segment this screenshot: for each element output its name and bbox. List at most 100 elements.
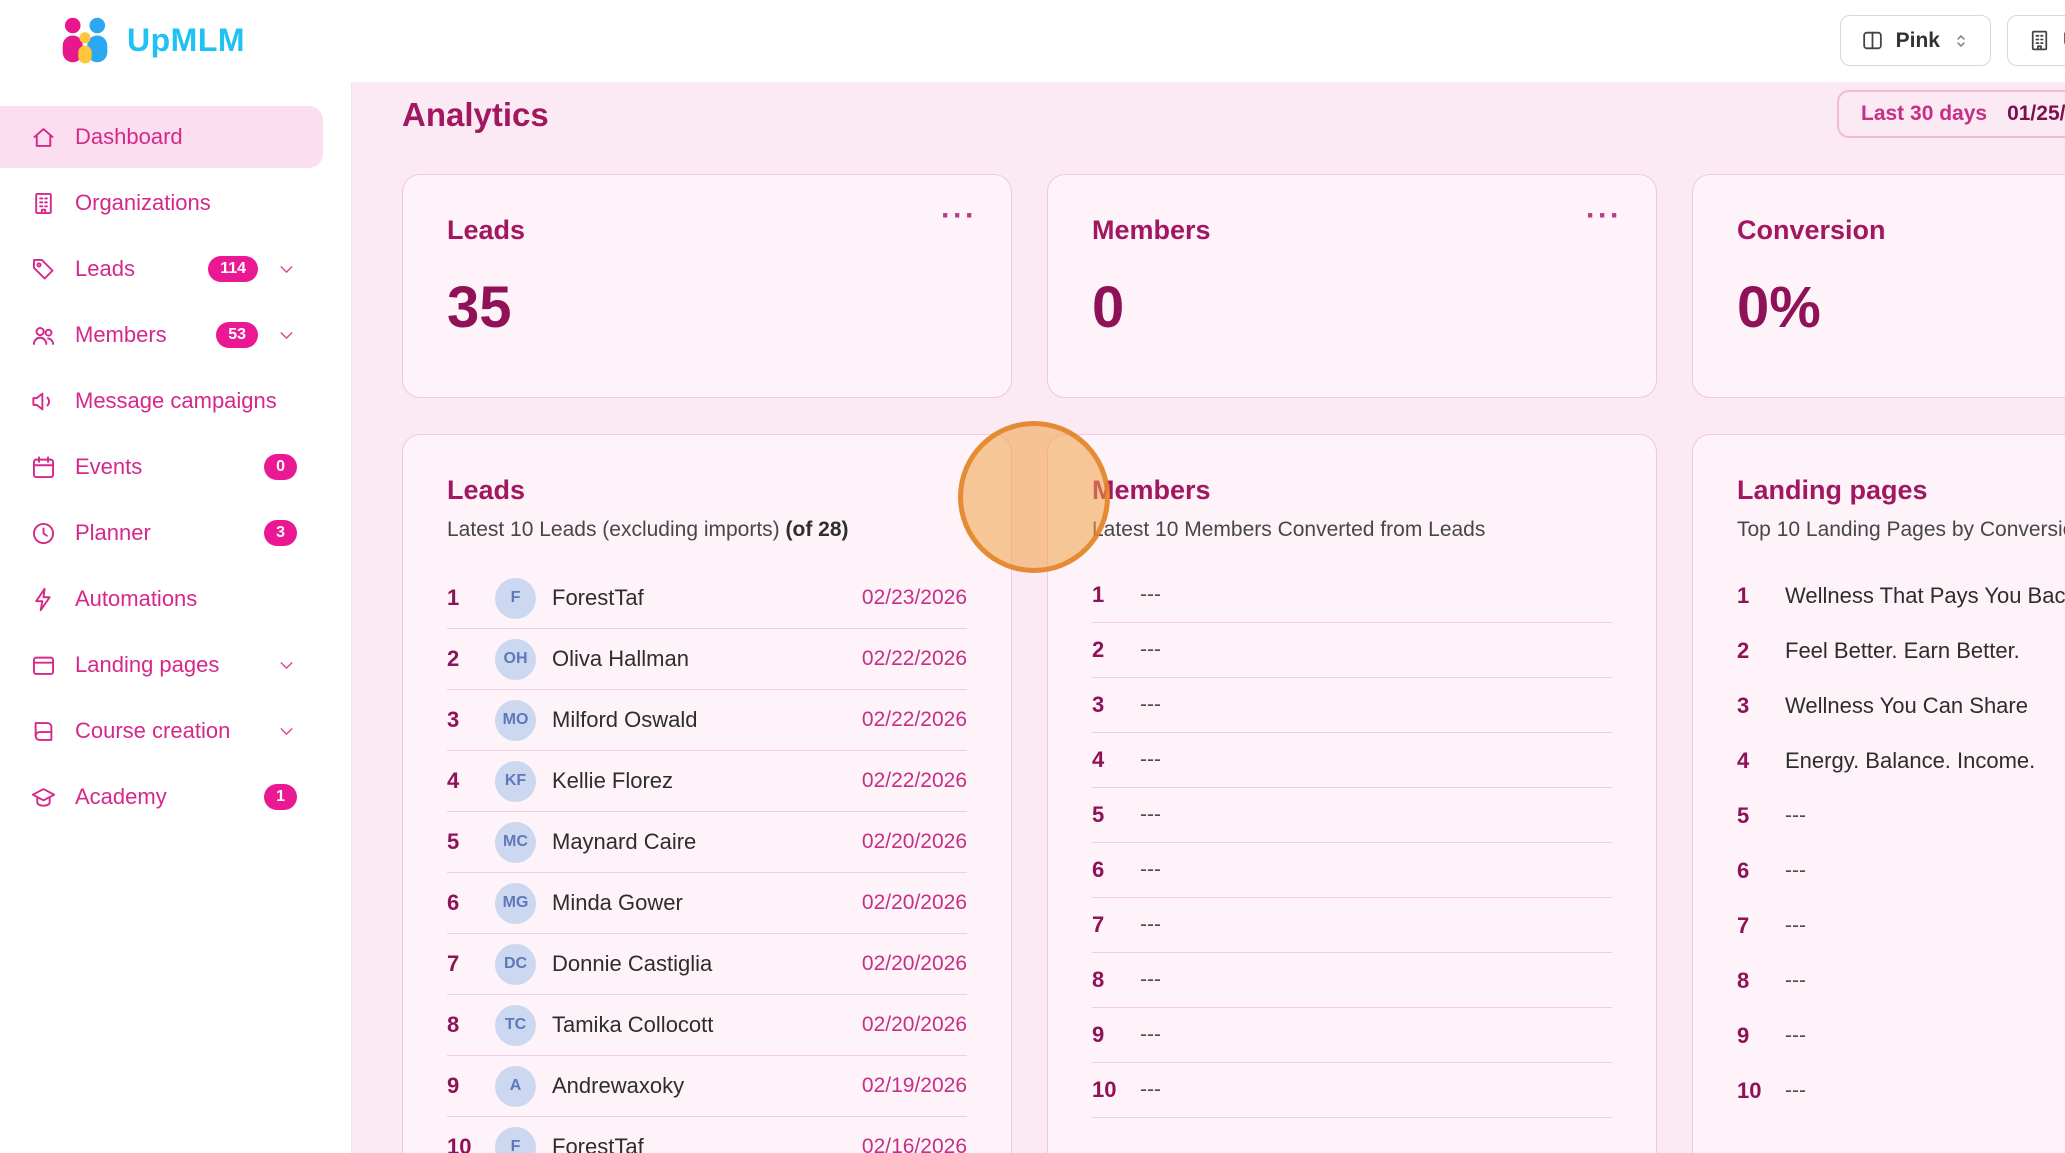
lead-date: 02/23/2026	[862, 586, 967, 610]
landing-page-row[interactable]: 1Wellness That Pays You Back	[1737, 568, 2065, 623]
sidebar-item-label: Planner	[75, 520, 246, 546]
landing-page-row[interactable]: 4 Energy. Balance. Income.	[1737, 733, 2065, 788]
lead-name: Oliva Hallman	[552, 646, 846, 672]
empty-value: ---	[1785, 969, 1806, 993]
lead-row[interactable]: 2OHOliva Hallman02/22/2026	[447, 629, 967, 690]
avatar: A	[495, 1066, 536, 1107]
landing-pages-panel: Landing pages Top 10 Landing Pages by Co…	[1692, 434, 2065, 1153]
date-range-filter[interactable]: Last 30 days 01/25/20	[1837, 90, 2065, 138]
panels-row: Leads Latest 10 Leads (excluding imports…	[402, 434, 2065, 1153]
lead-row[interactable]: 5MCMaynard Caire02/20/2026	[447, 812, 967, 873]
landing-page-row[interactable]: 2 Feel Better. Earn Better.	[1737, 623, 2065, 678]
lead-row[interactable]: 10FForestTaf02/16/2026	[447, 1117, 967, 1153]
sidebar-item-course-creation[interactable]: Course creation	[0, 700, 323, 762]
brand[interactable]: UpMLM	[56, 15, 245, 65]
row-number: 10	[1737, 1078, 1769, 1104]
top-header: UpMLM Pink U	[0, 0, 2065, 82]
members-panel-subtitle: Latest 10 Members Converted from Leads	[1092, 518, 1612, 542]
member-row: 2---	[1092, 623, 1612, 678]
row-number: 10	[1092, 1077, 1124, 1103]
row-number: 3	[1737, 693, 1769, 719]
theme-selector-button[interactable]: Pink	[1840, 15, 1991, 66]
landing-page-name: Wellness That Pays You Back	[1785, 583, 2065, 609]
row-number: 1	[447, 585, 479, 611]
members-rows: 1---2---3---4---5---6---7---8---9---10--…	[1092, 568, 1612, 1118]
landing-rows: 1Wellness That Pays You Back 2 Feel Better…	[1737, 568, 2065, 1118]
row-number: 9	[1092, 1022, 1124, 1048]
sidebar-item-members[interactable]: Members53	[0, 304, 323, 366]
member-row: 7---	[1092, 898, 1612, 953]
main-content: Analytics Last 30 days 01/25/20 Leads···…	[352, 82, 2065, 1153]
stat-card-title: Leads	[447, 215, 967, 246]
lead-date: 02/20/2026	[862, 1013, 967, 1037]
date-range-value: 01/25/20	[2007, 102, 2065, 126]
lead-name: Donnie Castiglia	[552, 951, 846, 977]
lead-row[interactable]: 7DCDonnie Castiglia02/20/2026	[447, 934, 967, 995]
landing-page-row[interactable]: 3Wellness You Can Share	[1737, 678, 2065, 733]
landing-page-row: 7---	[1737, 898, 2065, 953]
empty-value: ---	[1785, 914, 1806, 938]
landing-panel-subtitle: Top 10 Landing Pages by Conversions	[1737, 518, 2065, 542]
avatar: MG	[495, 883, 536, 924]
sidebar-item-automations[interactable]: Automations	[0, 568, 323, 630]
theme-selector-label: Pink	[1896, 29, 1940, 53]
card-menu-button[interactable]: ···	[1586, 201, 1622, 231]
megaphone-icon	[30, 388, 57, 415]
empty-value: ---	[1140, 968, 1161, 992]
sidebar-item-planner[interactable]: Planner 3	[0, 502, 323, 564]
lead-row[interactable]: 8TCTamika Collocott02/20/2026	[447, 995, 967, 1056]
brand-name: UpMLM	[127, 22, 245, 59]
sidebar-item-message-campaigns[interactable]: Message campaigns	[0, 370, 323, 432]
card-menu-button[interactable]: ···	[941, 201, 977, 231]
avatar: F	[495, 578, 536, 619]
chevron-down-icon	[276, 655, 297, 676]
stat-card-title: Members	[1092, 215, 1612, 246]
page-title: Analytics	[402, 96, 2065, 134]
avatar: OH	[495, 639, 536, 680]
landing-page-name: Feel Better. Earn Better.	[1785, 638, 2020, 664]
row-number: 2	[1737, 638, 1769, 664]
sidebar-item-leads[interactable]: Leads114	[0, 238, 323, 300]
lead-date: 02/22/2026	[862, 708, 967, 732]
sidebar-item-events[interactable]: Events0	[0, 436, 323, 498]
sidebar-item-dashboard[interactable]: Dashboard	[0, 106, 323, 168]
row-number: 1	[1092, 582, 1124, 608]
row-number: 5	[447, 829, 479, 855]
count-badge: 3	[264, 520, 297, 546]
lead-row[interactable]: 3MOMilford Oswald02/22/2026	[447, 690, 967, 751]
bolt-icon	[30, 586, 57, 613]
landing-panel-title: Landing pages	[1737, 475, 2065, 506]
lead-date: 02/20/2026	[862, 891, 967, 915]
members-panel-title: Members	[1092, 475, 1612, 506]
org-selector-button[interactable]: U	[2007, 15, 2065, 66]
row-number: 4	[1737, 748, 1769, 774]
leads-subtitle-count: (of 28)	[786, 518, 849, 541]
lead-row[interactable]: 9AAndrewaxoky02/19/2026	[447, 1056, 967, 1117]
stat-card-value: 35	[447, 274, 967, 341]
lead-row[interactable]: 4KFKellie Florez02/22/2026	[447, 751, 967, 812]
sidebar-item-label: Events	[75, 454, 246, 480]
stat-card-members: Members···0	[1047, 174, 1657, 398]
landing-page-row: 6---	[1737, 843, 2065, 898]
lead-date: 02/20/2026	[862, 830, 967, 854]
empty-value: ---	[1140, 583, 1161, 607]
lead-name: Minda Gower	[552, 890, 846, 916]
sidebar-item-academy[interactable]: Academy1	[0, 766, 323, 828]
lead-row[interactable]: 1FForestTaf02/23/2026	[447, 568, 967, 629]
row-number: 4	[1092, 747, 1124, 773]
row-number: 8	[1737, 968, 1769, 994]
sidebar-item-label: Message campaigns	[75, 388, 297, 414]
lead-row[interactable]: 6MGMinda Gower02/20/2026	[447, 873, 967, 934]
empty-value: ---	[1785, 1079, 1806, 1103]
lead-date: 02/22/2026	[862, 769, 967, 793]
graduation-cap-icon	[30, 784, 57, 811]
sidebar-item-landing-pages[interactable]: Landing pages	[0, 634, 323, 696]
lead-date: 02/20/2026	[862, 952, 967, 976]
sidebar-item-label: Leads	[75, 256, 190, 282]
landing-page-name: Energy. Balance. Income.	[1785, 748, 2035, 774]
header-actions: Pink U	[1840, 15, 2065, 66]
leads-panel-subtitle: Latest 10 Leads (excluding imports) (of …	[447, 518, 967, 542]
sidebar-item-organizations[interactable]: Organizations	[0, 172, 323, 234]
sidebar-item-label: Automations	[75, 586, 297, 612]
brand-logo-icon	[56, 15, 114, 65]
